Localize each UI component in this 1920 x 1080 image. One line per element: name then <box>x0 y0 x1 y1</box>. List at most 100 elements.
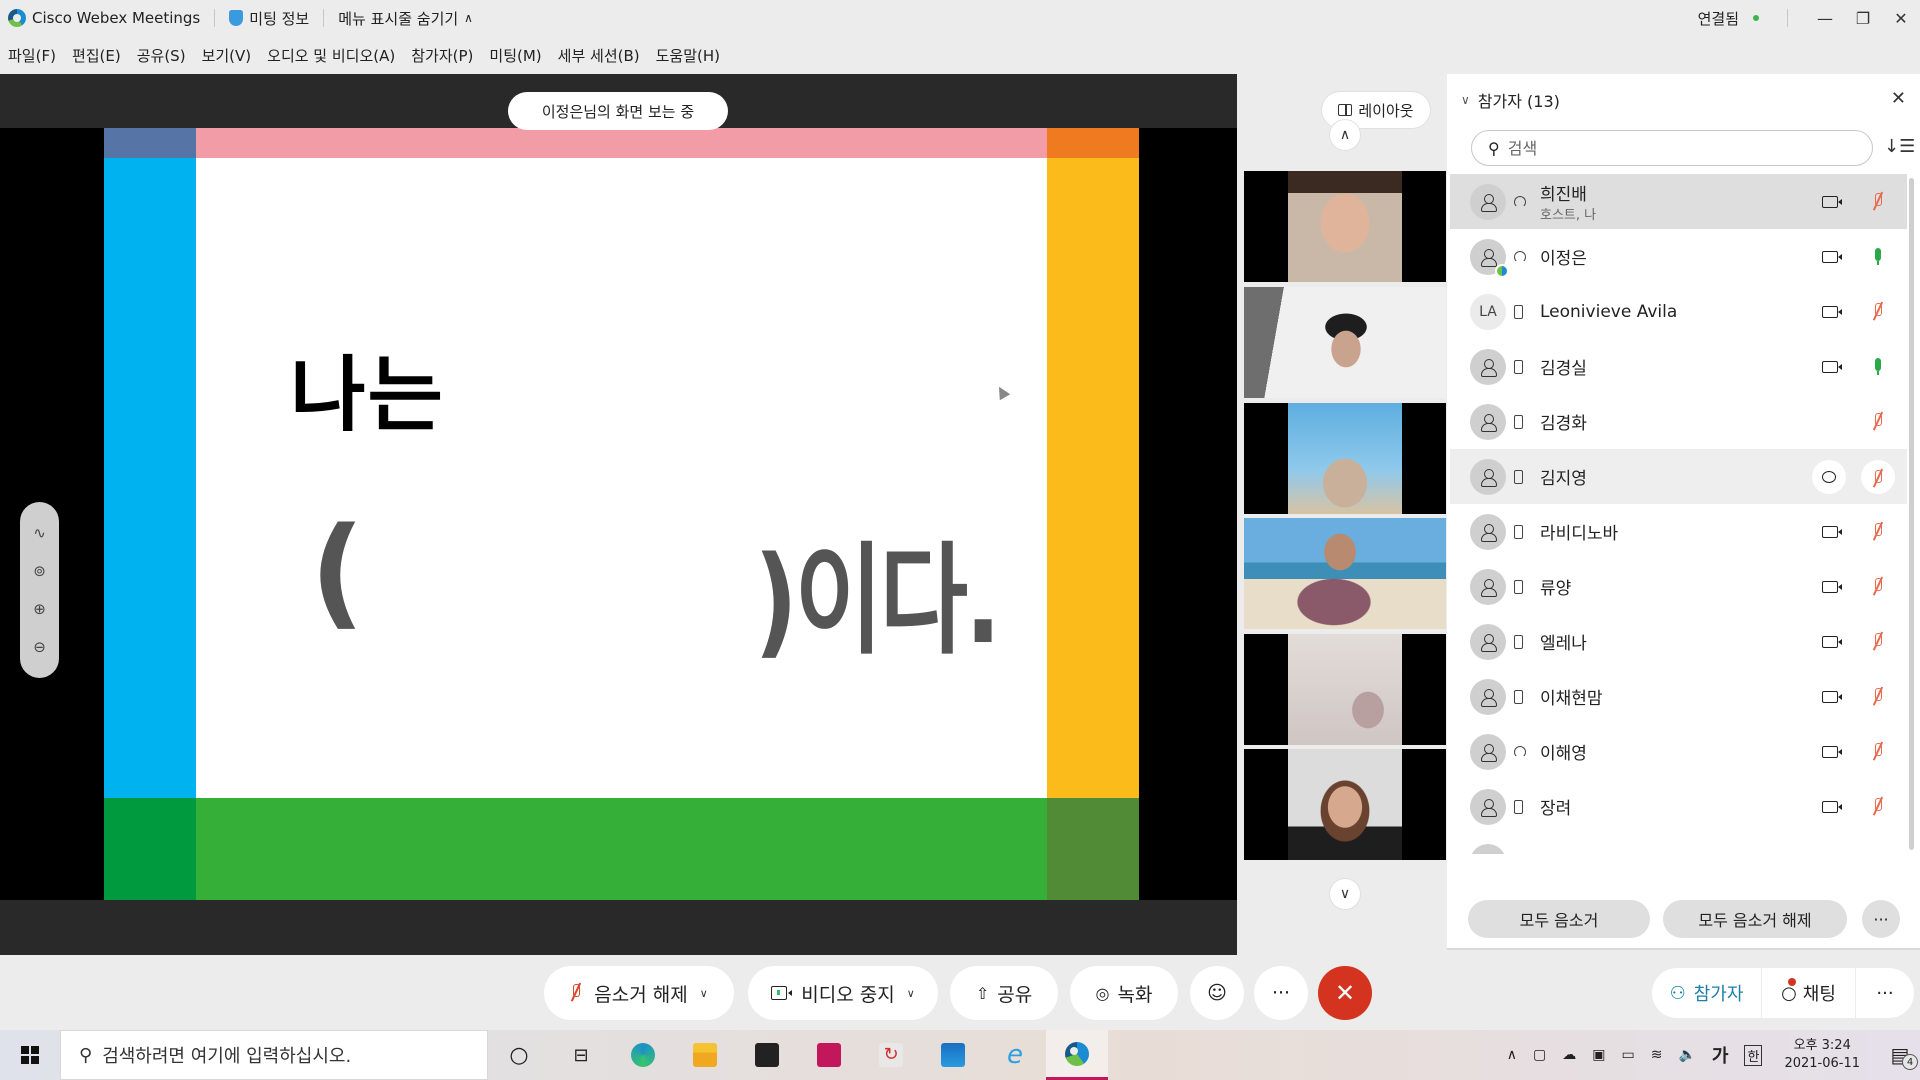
share-button[interactable]: ⇧ 공유 <box>950 966 1058 1020</box>
mail-app[interactable] <box>922 1030 984 1080</box>
participant-row[interactable]: 장려 <box>1450 779 1907 834</box>
tray-app-icon[interactable]: ▣ <box>1592 1047 1605 1063</box>
wifi-icon[interactable]: ≋ <box>1651 1047 1663 1063</box>
volume-icon[interactable]: 🔈 <box>1678 1047 1695 1063</box>
mic-muted-icon[interactable] <box>1870 191 1886 213</box>
panel-header[interactable]: ∨ 참가자 (13) <box>1461 88 1560 112</box>
minimize-button[interactable]: — <box>1806 9 1844 28</box>
menu-share[interactable]: 공유(S) <box>137 45 186 66</box>
mic-muted-icon[interactable] <box>1870 796 1886 818</box>
mic-muted-icon[interactable] <box>1870 576 1886 598</box>
mic-active-icon[interactable] <box>1870 356 1886 378</box>
search-input[interactable] <box>1507 138 1838 158</box>
mic-active-icon[interactable] <box>1870 246 1886 268</box>
action-center-button[interactable]: ▤ 4 <box>1880 1030 1920 1080</box>
mic-muted-icon[interactable] <box>1870 631 1886 653</box>
participant-row[interactable]: 김경화 <box>1450 394 1907 449</box>
internet-explorer-app[interactable]: e <box>984 1030 1046 1080</box>
mute-all-button[interactable]: 모두 음소거 <box>1468 900 1650 938</box>
zoom-in-icon[interactable]: ⊕ <box>33 600 46 618</box>
battery-icon[interactable]: ▭ <box>1622 1047 1635 1063</box>
person-icon <box>1481 248 1497 267</box>
participant-row[interactable]: 엘레나 <box>1450 614 1907 669</box>
right-more-button[interactable]: ··· <box>1856 968 1914 1018</box>
chevron-down-icon[interactable]: ∨ <box>700 987 708 1000</box>
chat-toggle-button[interactable]: ○ 채팅 <box>1762 968 1856 1018</box>
store-app[interactable] <box>736 1030 798 1080</box>
pointer-control-icon[interactable]: ⊚ <box>33 562 46 580</box>
connection-status: 연결됨 <box>1697 9 1739 28</box>
ime-mode-indicator[interactable]: 가 <box>1712 1042 1729 1068</box>
participant-search[interactable]: ⚲ <box>1471 130 1873 166</box>
video-thumbnail[interactable] <box>1244 403 1446 514</box>
zoom-out-icon[interactable]: ⊖ <box>33 638 46 656</box>
participant-row[interactable]: 김지영 <box>1450 449 1907 504</box>
chat-with-participant-button[interactable] <box>1812 459 1846 494</box>
unmute-all-button[interactable]: 모두 음소거 해제 <box>1663 900 1847 938</box>
scroll-up-button[interactable]: ∧ <box>1330 120 1360 150</box>
slide-band-top <box>196 128 1047 158</box>
participant-row[interactable]: 김경실 <box>1450 339 1907 394</box>
video-thumbnail[interactable] <box>1244 518 1446 629</box>
scrollbar[interactable] <box>1909 178 1914 850</box>
cortana-button[interactable]: ○ <box>488 1030 550 1080</box>
mic-muted-icon[interactable] <box>1870 521 1886 543</box>
participant-row[interactable]: 희진배 호스트, 나 <box>1450 174 1907 229</box>
participant-row[interactable]: 이해영 <box>1450 724 1907 779</box>
menu-edit[interactable]: 편집(E) <box>72 45 121 66</box>
record-button[interactable]: ◎ 녹화 <box>1070 966 1178 1020</box>
participant-row[interactable]: 이채현맘 <box>1450 669 1907 724</box>
scroll-down-button[interactable]: ∨ <box>1330 879 1360 909</box>
close-window-button[interactable]: ✕ <box>1882 9 1920 28</box>
video-thumbnail[interactable] <box>1244 634 1446 745</box>
ime-language-indicator[interactable]: 한 <box>1744 1044 1763 1066</box>
pen-icon[interactable]: ∿ <box>33 524 46 542</box>
reactions-button[interactable]: ☺ <box>1190 966 1244 1020</box>
menu-meeting[interactable]: 미팅(M) <box>489 45 541 66</box>
close-panel-button[interactable]: ✕ <box>1891 88 1906 109</box>
participant-row[interactable]: 라비디노바 <box>1450 504 1907 559</box>
video-thumbnail[interactable] <box>1244 171 1446 282</box>
clock[interactable]: 오후 3:24 2021-06-11 <box>1784 1037 1860 1073</box>
pinned-app-red[interactable] <box>798 1030 860 1080</box>
webex-taskbar-app[interactable] <box>1046 1030 1108 1080</box>
video-thumbnail[interactable] <box>1244 287 1446 398</box>
task-view-button[interactable]: ⊟ <box>550 1030 612 1080</box>
onedrive-icon[interactable]: ☁ <box>1562 1047 1576 1063</box>
video-thumbnail[interactable] <box>1244 749 1446 860</box>
tray-camera-icon[interactable]: ▢ <box>1533 1047 1546 1063</box>
sort-icon[interactable]: ↓☰ <box>1884 136 1915 157</box>
menu-view[interactable]: 보기(V) <box>202 45 252 66</box>
unmute-button[interactable]: 음소거 해제 ∨ <box>544 966 734 1020</box>
file-explorer-app[interactable] <box>674 1030 736 1080</box>
menu-help[interactable]: 도움말(H) <box>656 45 720 66</box>
hide-menu-button[interactable]: 메뉴 표시줄 숨기기 ∧ <box>338 8 473 29</box>
edge-app[interactable] <box>612 1030 674 1080</box>
tray-expand-icon[interactable]: ∧ <box>1507 1047 1517 1063</box>
panel-more-button[interactable]: ··· <box>1862 900 1900 938</box>
start-button[interactable] <box>0 1030 60 1080</box>
participant-row[interactable]: 펠리나 <box>1450 834 1907 854</box>
mic-muted-icon[interactable] <box>1870 741 1886 763</box>
participants-toggle-button[interactable]: ⚇ 참가자 <box>1652 968 1762 1018</box>
mic-muted-icon[interactable] <box>1870 301 1886 323</box>
stop-video-button[interactable]: 비디오 중지 ∨ <box>748 966 938 1020</box>
taskbar-search[interactable]: ⚲ 검색하려면 여기에 입력하십시오. <box>60 1030 488 1080</box>
restore-button[interactable]: ❐ <box>1844 9 1882 28</box>
participant-row[interactable]: 이정은 <box>1450 229 1907 284</box>
end-meeting-button[interactable]: ✕ <box>1318 966 1372 1020</box>
mic-muted-icon[interactable] <box>1870 686 1886 708</box>
menu-participants[interactable]: 참가자(P) <box>411 45 473 66</box>
menu-audio-video[interactable]: 오디오 및 비디오(A) <box>267 45 395 66</box>
divider <box>214 9 216 27</box>
meeting-info-button[interactable]: 미팅 정보 <box>229 8 309 29</box>
menu-file[interactable]: 파일(F) <box>8 45 56 66</box>
mic-muted-icon[interactable] <box>1861 459 1895 494</box>
sync-app[interactable]: ↻ <box>860 1030 922 1080</box>
chevron-down-icon[interactable]: ∨ <box>907 987 915 1000</box>
participant-row[interactable]: 류양 <box>1450 559 1907 614</box>
menu-breakout[interactable]: 세부 세션(B) <box>558 45 640 66</box>
participant-row[interactable]: LA Leonivieve Avila <box>1450 284 1907 339</box>
mic-muted-icon[interactable] <box>1870 411 1886 433</box>
more-options-button[interactable]: ··· <box>1254 966 1308 1020</box>
